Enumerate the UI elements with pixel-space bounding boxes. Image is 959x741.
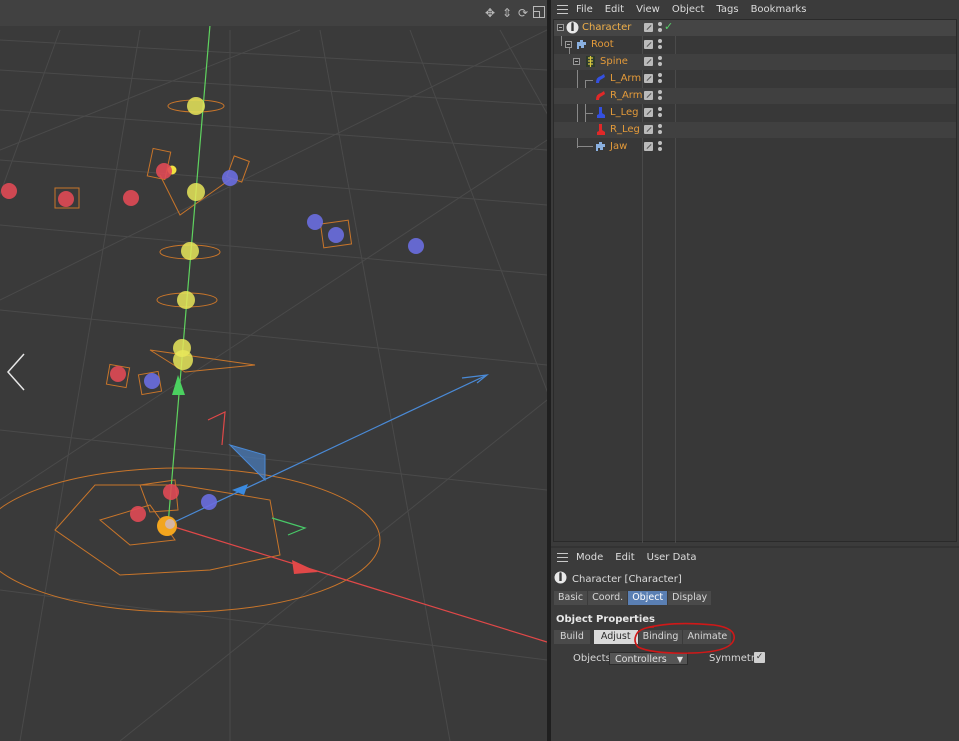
render-dots[interactable] [658, 90, 662, 102]
hamburger-menu-icon[interactable] [557, 4, 568, 14]
render-dots[interactable] [658, 39, 662, 51]
menu-edit[interactable]: Edit [605, 4, 624, 15]
tree-label: Root [591, 39, 614, 50]
leg-icon [594, 123, 607, 136]
objects-dropdown[interactable]: Controllers ▼ [609, 652, 688, 665]
subtab-build[interactable]: Build [554, 630, 590, 644]
objects-label: Objects [573, 653, 611, 664]
objects-dropdown-value: Controllers [615, 654, 667, 665]
subtab-binding[interactable]: Binding [638, 630, 683, 644]
attribute-manager-menubar: Mode Edit User Data [551, 548, 959, 566]
collapse-toggle[interactable] [557, 24, 564, 31]
attribute-tabs: Basic Coord. Object Display [554, 591, 712, 605]
arm-icon [594, 72, 607, 85]
tab-display[interactable]: Display [668, 591, 712, 605]
render-dots[interactable] [658, 141, 662, 153]
object-manager-menubar: File Edit View Object Tags Bookmarks [551, 0, 959, 18]
render-dots[interactable] [658, 56, 662, 68]
visibility-toggle[interactable] [644, 108, 653, 117]
tab-coord[interactable]: Coord. [588, 591, 628, 605]
visibility-toggle[interactable] [644, 74, 653, 83]
character-icon [566, 21, 579, 34]
tree-row-jaw[interactable]: Jaw [554, 139, 956, 155]
menu-mode[interactable]: Mode [576, 552, 603, 563]
visibility-toggle[interactable] [644, 142, 653, 151]
render-dots[interactable] [658, 22, 662, 34]
tree-row-r-leg[interactable]: R_Leg [554, 122, 956, 138]
chevron-down-icon: ▼ [676, 655, 683, 664]
menu-bookmarks[interactable]: Bookmarks [751, 4, 807, 15]
object-header: Character [Character] [554, 571, 682, 587]
collapse-toggle[interactable] [565, 41, 572, 48]
tree-label: Spine [600, 56, 628, 67]
menu-edit[interactable]: Edit [615, 552, 634, 563]
puzzle-icon [594, 140, 607, 153]
object-subtabs: Build Adjust Binding Animate [554, 630, 732, 644]
menu-object[interactable]: Object [672, 4, 705, 15]
viewport-toolbar: ✥ ⇕ ⟳ [0, 0, 547, 26]
visibility-toggle[interactable] [644, 91, 653, 100]
3d-viewport[interactable]: ✥ ⇕ ⟳ [0, 0, 547, 741]
symmetry-checkbox[interactable]: ✓ [754, 652, 765, 663]
tree-row-root[interactable]: Root [554, 37, 956, 53]
character-icon [554, 571, 567, 587]
menu-file[interactable]: File [576, 4, 593, 15]
tree-row-r-arm[interactable]: R_Arm [554, 88, 956, 104]
tree-row-character[interactable]: Character ✓ [554, 20, 956, 36]
enabled-check-icon[interactable]: ✓ [664, 20, 673, 34]
chevron-left-icon[interactable] [4, 350, 30, 394]
render-dots[interactable] [658, 73, 662, 85]
attribute-manager: Mode Edit User Data Character [Character… [551, 548, 959, 741]
visibility-toggle[interactable] [644, 23, 653, 32]
axis-lines [167, 24, 547, 643]
maximize-icon[interactable] [532, 6, 546, 20]
spine-icon [584, 55, 597, 68]
tree-label: L_Arm [610, 73, 642, 84]
tree-row-spine[interactable]: Spine [554, 54, 956, 70]
hamburger-menu-icon[interactable] [557, 552, 568, 562]
tree-row-l-leg[interactable]: L_Leg [554, 105, 956, 121]
visibility-toggle[interactable] [644, 40, 653, 49]
subtab-animate[interactable]: Animate [683, 630, 732, 644]
tree-label: R_Arm [610, 90, 643, 101]
tree-row-l-arm[interactable]: L_Arm [554, 71, 956, 87]
puzzle-icon [575, 38, 588, 51]
tab-object[interactable]: Object [628, 591, 668, 605]
object-manager: File Edit View Object Tags Bookmarks Cha… [551, 0, 959, 546]
visibility-toggle[interactable] [644, 125, 653, 134]
pan-icon[interactable]: ⇕ [500, 6, 514, 20]
arm-icon [594, 89, 607, 102]
subtab-adjust[interactable]: Adjust [593, 630, 638, 644]
menu-tags[interactable]: Tags [716, 4, 738, 15]
move-icon[interactable]: ✥ [483, 6, 497, 20]
tree-label: Jaw [610, 141, 628, 152]
object-tree[interactable]: Character ✓ Root Spine L_Arm R_Arm L_Leg… [553, 19, 957, 543]
rotate-icon[interactable]: ⟳ [516, 6, 530, 20]
viewport-scene[interactable] [0, 0, 547, 741]
menu-user-data[interactable]: User Data [647, 552, 697, 563]
menu-view[interactable]: View [636, 4, 660, 15]
section-title: Object Properties [556, 614, 656, 625]
render-dots[interactable] [658, 124, 662, 136]
leg-icon [594, 106, 607, 119]
tab-basic[interactable]: Basic [554, 591, 588, 605]
visibility-toggle[interactable] [644, 57, 653, 66]
render-dots[interactable] [658, 107, 662, 119]
collapse-toggle[interactable] [573, 58, 580, 65]
object-title: Character [Character] [572, 573, 682, 585]
tree-label: L_Leg [610, 107, 639, 118]
tree-label: R_Leg [610, 124, 640, 135]
tree-label: Character [582, 22, 632, 33]
